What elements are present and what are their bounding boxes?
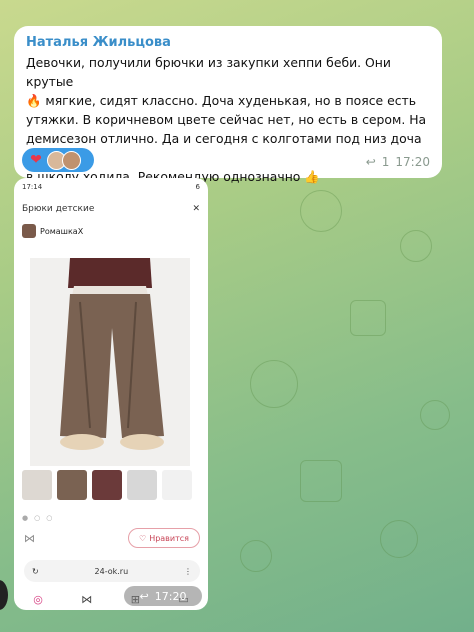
message-line: утяжки. В коричневом цвете сейчас нет, н… bbox=[26, 112, 427, 127]
reply-icon[interactable]: ↩ bbox=[140, 590, 149, 603]
reactions-pill[interactable]: ❤ bbox=[22, 148, 94, 172]
heart-icon: ❤ bbox=[30, 152, 42, 168]
product-header: Брюки детские ✕ bbox=[14, 196, 208, 214]
phone-status-bar: 17:14 6 bbox=[14, 178, 208, 196]
product-photo bbox=[30, 258, 190, 466]
status-time: 17:14 bbox=[22, 183, 43, 191]
avatar[interactable] bbox=[0, 580, 8, 610]
bg-doodle bbox=[300, 460, 342, 502]
message-line: Девочки, получили брючки из закупки хепп… bbox=[26, 55, 391, 89]
message-bubble[interactable]: Наталья Жильцова Девочки, получили брючк… bbox=[14, 26, 442, 184]
bg-doodle bbox=[380, 520, 418, 558]
bg-doodle bbox=[350, 300, 386, 336]
thumbnail[interactable] bbox=[162, 470, 192, 500]
store-row: РомашкаХ bbox=[14, 214, 208, 238]
bg-doodle bbox=[300, 190, 342, 232]
avatar bbox=[62, 150, 81, 170]
battery-indicator: 6 bbox=[195, 183, 200, 191]
thumbnail[interactable] bbox=[57, 470, 87, 500]
reply-icon[interactable]: ↩ bbox=[366, 155, 376, 169]
pager-dot: ○ bbox=[34, 514, 41, 522]
bg-doodle bbox=[240, 540, 272, 572]
pager-dot: ○ bbox=[46, 514, 53, 522]
close-icon: ✕ bbox=[192, 204, 200, 214]
message-line: 🔥 мягкие, сидят классно. Доча худенькая,… bbox=[26, 93, 417, 108]
message-time: 17:20 bbox=[395, 155, 430, 169]
pager-dot: ● bbox=[22, 514, 29, 522]
image-pager: ● ○ ○ bbox=[22, 514, 52, 522]
media-time-pill: ↩ 17:20 bbox=[124, 586, 202, 606]
media-time: 17:20 bbox=[154, 589, 187, 603]
browser-url-bar[interactable]: ↻ 24-ok.ru ⋮ bbox=[24, 560, 200, 582]
message-meta: ↩ 1 17:20 bbox=[366, 155, 430, 169]
heart-outline-icon: ♡ bbox=[139, 533, 147, 543]
url-text: 24-ok.ru bbox=[94, 566, 129, 576]
alice-icon[interactable]: ◎ bbox=[33, 593, 43, 606]
store-logo bbox=[22, 224, 36, 238]
sender-name[interactable]: Наталья Жильцова bbox=[26, 35, 430, 50]
thumbnail[interactable] bbox=[22, 470, 52, 500]
screenshot-image[interactable]: 17:14 6 Брюки детские ✕ РомашкаХ ● ○ ○ ⋈ bbox=[14, 178, 208, 610]
bg-doodle bbox=[420, 400, 450, 430]
thumbnail-strip bbox=[22, 470, 192, 500]
product-title: Брюки детские bbox=[22, 204, 95, 214]
like-label: Нравится bbox=[149, 533, 189, 543]
share-icon[interactable]: ⋈ bbox=[81, 593, 92, 606]
pants-illustration bbox=[30, 258, 190, 466]
menu-dots-icon[interactable]: ⋮ bbox=[184, 567, 192, 576]
bg-doodle bbox=[250, 360, 298, 408]
share-icon[interactable]: ⋈ bbox=[24, 532, 35, 545]
reply-count: 1 bbox=[381, 155, 390, 169]
thumbnail[interactable] bbox=[127, 470, 157, 500]
store-name: РомашкаХ bbox=[40, 226, 84, 236]
bg-doodle bbox=[400, 230, 432, 262]
like-button[interactable]: ♡ Нравится bbox=[128, 528, 200, 548]
thumbnail[interactable] bbox=[92, 470, 122, 500]
refresh-icon[interactable]: ↻ bbox=[32, 567, 39, 576]
